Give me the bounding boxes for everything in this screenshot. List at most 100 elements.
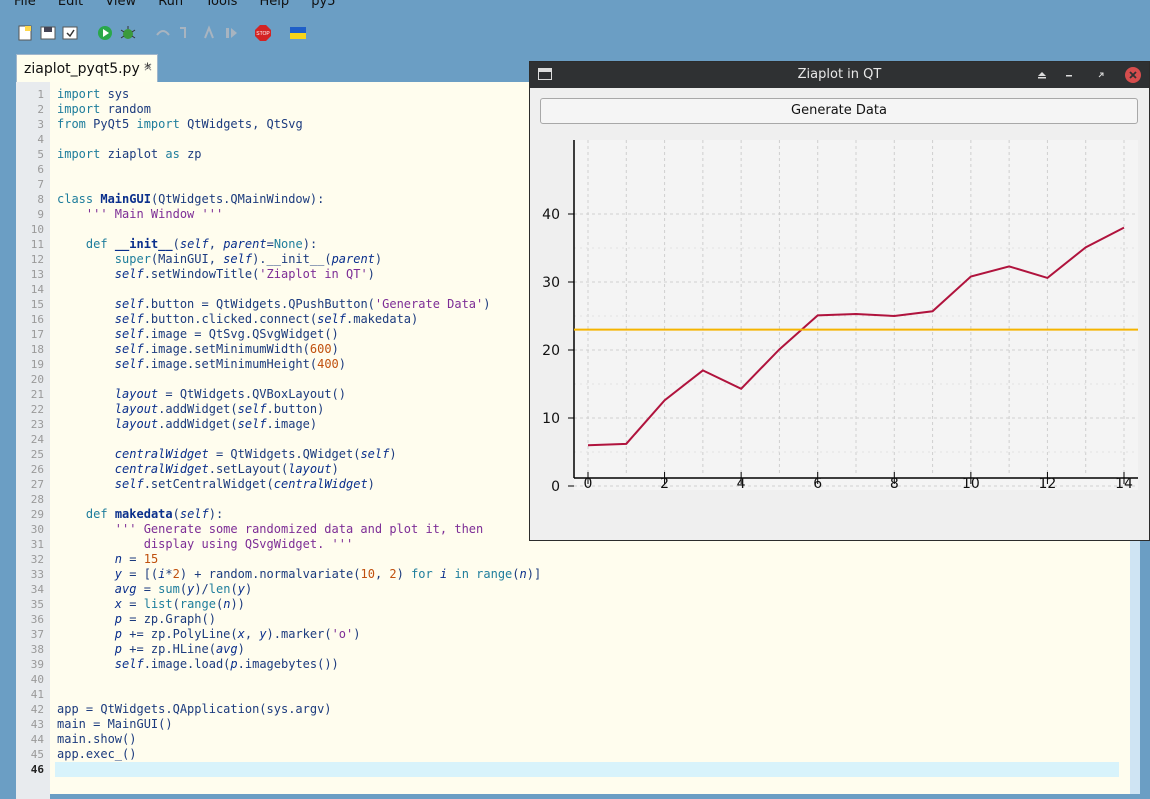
code-line[interactable] xyxy=(55,762,1119,777)
window-title: Ziaplot in QT xyxy=(530,67,1149,82)
x-tick-label: 2 xyxy=(660,476,669,492)
line-number: 43 xyxy=(16,717,50,732)
line-number: 4 xyxy=(16,132,50,147)
line-number: 2 xyxy=(16,102,50,117)
minimize-icon[interactable] xyxy=(1061,67,1077,83)
y-tick-label: 20 xyxy=(542,343,560,359)
line-number: 38 xyxy=(16,642,50,657)
run-icon[interactable] xyxy=(96,24,114,42)
maximize-icon[interactable] xyxy=(1093,67,1109,83)
new-file-icon[interactable] xyxy=(16,24,34,42)
stop-label: STOP xyxy=(256,31,270,37)
line-number: 27 xyxy=(16,477,50,492)
y-tick-label: 10 xyxy=(542,411,560,427)
step-into-icon[interactable] xyxy=(176,24,194,42)
menu-py5[interactable]: py5 xyxy=(311,0,335,9)
window-titlebar[interactable]: Ziaplot in QT xyxy=(530,62,1149,88)
code-line[interactable]: main.show() xyxy=(57,732,1127,747)
line-number: 24 xyxy=(16,432,50,447)
save-file-icon[interactable] xyxy=(61,24,79,42)
tab-ziaplot-pyqt5[interactable]: ziaplot_pyqt5.py * × xyxy=(16,54,158,83)
line-number: 7 xyxy=(16,177,50,192)
line-number: 29 xyxy=(16,507,50,522)
x-tick-label: 6 xyxy=(813,476,822,492)
y-tick-label: 40 xyxy=(542,207,560,223)
x-tick-label: 4 xyxy=(737,476,746,492)
code-line[interactable]: p += zp.PolyLine(x, y).marker('o') xyxy=(57,627,1127,642)
x-tick-label: 0 xyxy=(584,476,593,492)
line-number: 41 xyxy=(16,687,50,702)
code-line[interactable]: x = list(range(n)) xyxy=(57,597,1127,612)
y-tick-label: 30 xyxy=(542,275,560,291)
qt-window: Ziaplot in QT Generate Data 0 10 20 30 40 0 2 4… xyxy=(529,61,1150,541)
code-line[interactable]: p = zp.Graph() xyxy=(57,612,1127,627)
line-number: 44 xyxy=(16,732,50,747)
line-number: 34 xyxy=(16,582,50,597)
menu-help[interactable]: Help xyxy=(259,0,289,9)
code-line[interactable]: p += zp.HLine(avg) xyxy=(57,642,1127,657)
line-number: 9 xyxy=(16,207,50,222)
step-over-icon[interactable] xyxy=(154,24,172,42)
line-number: 37 xyxy=(16,627,50,642)
line-number: 26 xyxy=(16,462,50,477)
line-number: 1 xyxy=(16,87,50,102)
line-number: 13 xyxy=(16,267,50,282)
line-number: 23 xyxy=(16,417,50,432)
resume-icon[interactable] xyxy=(222,24,240,42)
line-number: 45 xyxy=(16,747,50,762)
close-icon[interactable] xyxy=(1125,67,1141,83)
code-line[interactable] xyxy=(57,687,1127,702)
menu-run[interactable]: Run xyxy=(158,0,183,9)
line-number-gutter: 1234567891011121314151617181920212223242… xyxy=(16,82,50,799)
line-number: 8 xyxy=(16,192,50,207)
code-line[interactable]: n = 15 xyxy=(57,552,1127,567)
line-number: 10 xyxy=(16,222,50,237)
line-number: 30 xyxy=(16,522,50,537)
x-tick-label: 10 xyxy=(962,476,980,492)
menubar: File Edit View Run Tools Help py5 xyxy=(0,0,1150,8)
line-number: 18 xyxy=(16,342,50,357)
line-number: 20 xyxy=(16,372,50,387)
step-out-icon[interactable] xyxy=(200,24,218,42)
line-number: 16 xyxy=(16,312,50,327)
toolbar: STOP xyxy=(8,20,608,46)
line-number: 25 xyxy=(16,447,50,462)
x-tick-label: 12 xyxy=(1039,476,1057,492)
line-number: 3 xyxy=(16,117,50,132)
tabbar: ziaplot_pyqt5.py * × xyxy=(16,54,536,82)
line-number: 46 xyxy=(16,762,50,777)
line-number: 5 xyxy=(16,147,50,162)
stop-icon[interactable]: STOP xyxy=(254,24,272,42)
debug-icon[interactable] xyxy=(119,24,137,42)
generate-data-button[interactable]: Generate Data xyxy=(540,98,1138,124)
open-file-icon[interactable] xyxy=(39,24,57,42)
line-number: 15 xyxy=(16,297,50,312)
line-number: 33 xyxy=(16,567,50,582)
line-number: 11 xyxy=(16,237,50,252)
line-number: 21 xyxy=(16,387,50,402)
keep-above-icon[interactable] xyxy=(1034,67,1050,83)
menu-tools[interactable]: Tools xyxy=(205,0,237,9)
line-number: 28 xyxy=(16,492,50,507)
line-number: 42 xyxy=(16,702,50,717)
menu-file[interactable]: File xyxy=(14,0,36,9)
code-line[interactable]: main = MainGUI() xyxy=(57,717,1127,732)
x-tick-label: 14 xyxy=(1115,476,1133,492)
line-number: 36 xyxy=(16,612,50,627)
line-number: 32 xyxy=(16,552,50,567)
tab-close-icon[interactable]: × xyxy=(143,60,153,74)
menu-edit[interactable]: Edit xyxy=(58,0,83,9)
code-line[interactable]: y = [(i*2) + random.normalvariate(10, 2)… xyxy=(57,567,1127,582)
menu-view[interactable]: View xyxy=(105,0,136,9)
x-tick-label: 8 xyxy=(890,476,899,492)
y-tick-label: 0 xyxy=(551,479,560,495)
code-line[interactable]: app.exec_() xyxy=(57,747,1127,762)
tab-label: ziaplot_pyqt5.py * xyxy=(24,61,151,77)
line-number: 19 xyxy=(16,357,50,372)
code-line[interactable]: app = QtWidgets.QApplication(sys.argv) xyxy=(57,702,1127,717)
code-line[interactable] xyxy=(57,672,1127,687)
code-line[interactable]: self.image.load(p.imagebytes()) xyxy=(57,657,1127,672)
code-line[interactable]: avg = sum(y)/len(y) xyxy=(57,582,1127,597)
line-number: 6 xyxy=(16,162,50,177)
ukraine-flag-icon[interactable] xyxy=(289,24,307,42)
